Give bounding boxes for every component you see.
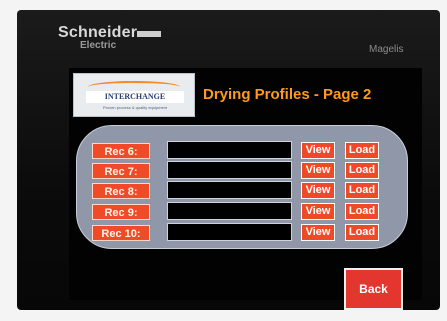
device-model: Magelis [369,44,404,55]
record-label-9: Rec 9: [92,204,150,220]
record-field-10[interactable] [167,223,292,241]
page-title: Drying Profiles - Page 2 [203,86,372,103]
record-field-6[interactable] [167,141,292,159]
company-logo: INTERCHANGE Proven process & quality equ… [73,73,195,117]
brand-subname: Electric [80,40,117,51]
load-button-8[interactable]: Load [345,182,379,199]
record-label-6: Rec 6: [92,143,150,159]
load-button-7[interactable]: Load [345,162,379,179]
record-field-9[interactable] [167,202,292,220]
load-button-9[interactable]: Load [345,203,379,220]
view-button-10[interactable]: View [301,224,335,241]
record-field-7[interactable] [167,161,292,179]
view-button-6[interactable]: View [301,142,335,159]
record-label-7: Rec 7: [92,163,150,179]
record-label-8: Rec 8: [92,183,150,199]
logo-tagline: Proven process & quality equipment [102,105,168,110]
view-button-7[interactable]: View [301,162,335,179]
brand-logo-mark [137,31,161,37]
view-button-8[interactable]: View [301,182,335,199]
back-button[interactable]: Back [344,268,403,310]
load-button-6[interactable]: Load [345,142,379,159]
load-button-10[interactable]: Load [345,224,379,241]
record-field-8[interactable] [167,181,292,199]
logo-name: INTERCHANGE [86,91,184,103]
view-button-9[interactable]: View [301,203,335,220]
record-label-10: Rec 10: [92,225,150,241]
